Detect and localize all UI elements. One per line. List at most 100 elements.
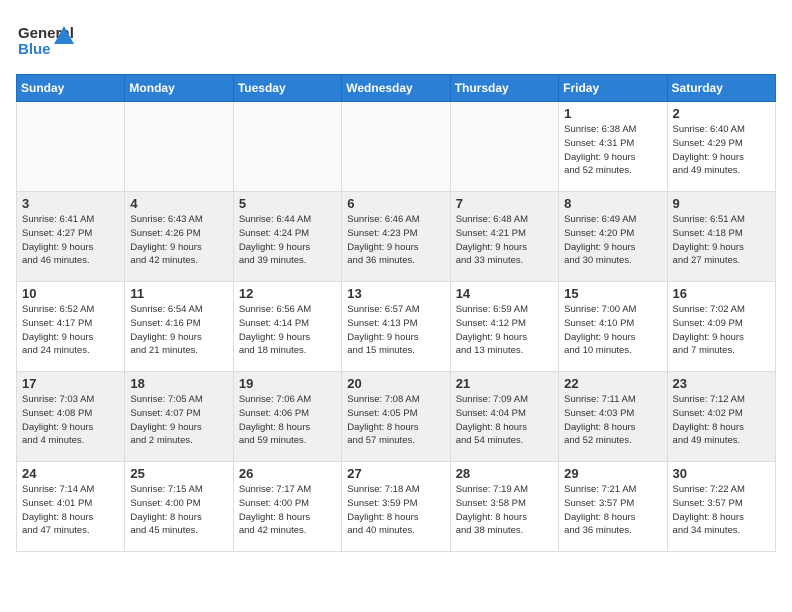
weekday-header-tuesday: Tuesday	[233, 75, 341, 102]
day-info: Sunrise: 7:00 AM Sunset: 4:10 PM Dayligh…	[564, 303, 661, 358]
day-info: Sunrise: 7:18 AM Sunset: 3:59 PM Dayligh…	[347, 483, 444, 538]
day-number: 6	[347, 196, 444, 211]
week-row-5: 24 Sunrise: 7:14 AM Sunset: 4:01 PM Dayli…	[17, 462, 776, 552]
day-number: 8	[564, 196, 661, 211]
day-number: 1	[564, 106, 661, 121]
day-number: 13	[347, 286, 444, 301]
day-number: 2	[673, 106, 770, 121]
day-info: Sunrise: 6:57 AM Sunset: 4:13 PM Dayligh…	[347, 303, 444, 358]
calendar-cell: 20 Sunrise: 7:08 AM Sunset: 4:05 PM Dayli…	[342, 372, 450, 462]
day-info: Sunrise: 7:15 AM Sunset: 4:00 PM Dayligh…	[130, 483, 227, 538]
day-number: 22	[564, 376, 661, 391]
day-number: 11	[130, 286, 227, 301]
day-info: Sunrise: 6:56 AM Sunset: 4:14 PM Dayligh…	[239, 303, 336, 358]
calendar-cell: 13 Sunrise: 6:57 AM Sunset: 4:13 PM Dayli…	[342, 282, 450, 372]
calendar-cell: 22 Sunrise: 7:11 AM Sunset: 4:03 PM Dayli…	[559, 372, 667, 462]
day-number: 23	[673, 376, 770, 391]
calendar-cell: 25Sunrise: 7:15 AM Sunset: 4:00 PM Dayli…	[125, 462, 233, 552]
day-number: 30	[673, 466, 770, 481]
day-info: Sunrise: 6:40 AM Sunset: 4:29 PM Dayligh…	[673, 123, 770, 178]
calendar-cell: 27 Sunrise: 7:18 AM Sunset: 3:59 PM Dayli…	[342, 462, 450, 552]
day-info: Sunrise: 6:41 AM Sunset: 4:27 PM Dayligh…	[22, 213, 119, 268]
day-number: 26	[239, 466, 336, 481]
calendar-cell: 4 Sunrise: 6:43 AM Sunset: 4:26 PM Daylig…	[125, 192, 233, 282]
calendar-cell: 1 Sunrise: 6:38 AM Sunset: 4:31 PM Daylig…	[559, 102, 667, 192]
day-number: 3	[22, 196, 119, 211]
calendar-cell: 30 Sunrise: 7:22 AM Sunset: 3:57 PM Dayli…	[667, 462, 775, 552]
calendar-cell: 24 Sunrise: 7:14 AM Sunset: 4:01 PM Dayli…	[17, 462, 125, 552]
day-info: Sunrise: 7:22 AM Sunset: 3:57 PM Dayligh…	[673, 483, 770, 538]
svg-text:Blue: Blue	[18, 41, 51, 58]
day-info: Sunrise: 6:54 AM Sunset: 4:16 PM Dayligh…	[130, 303, 227, 358]
calendar-cell: 15Sunrise: 7:00 AM Sunset: 4:10 PM Dayli…	[559, 282, 667, 372]
weekday-header-thursday: Thursday	[450, 75, 558, 102]
calendar-cell: 9 Sunrise: 6:51 AM Sunset: 4:18 PM Daylig…	[667, 192, 775, 282]
day-info: Sunrise: 7:21 AM Sunset: 3:57 PM Dayligh…	[564, 483, 661, 538]
day-number: 19	[239, 376, 336, 391]
calendar-cell: 10 Sunrise: 6:52 AM Sunset: 4:17 PM Dayli…	[17, 282, 125, 372]
day-info: Sunrise: 7:14 AM Sunset: 4:01 PM Dayligh…	[22, 483, 119, 538]
day-number: 27	[347, 466, 444, 481]
weekday-header-sunday: Sunday	[17, 75, 125, 102]
calendar-cell: 23 Sunrise: 7:12 AM Sunset: 4:02 PM Dayli…	[667, 372, 775, 462]
day-number: 24	[22, 466, 119, 481]
day-info: Sunrise: 6:51 AM Sunset: 4:18 PM Dayligh…	[673, 213, 770, 268]
calendar-cell: 28Sunrise: 7:19 AM Sunset: 3:58 PM Dayli…	[450, 462, 558, 552]
weekday-header-saturday: Saturday	[667, 75, 775, 102]
page-header: General Blue	[16, 16, 776, 66]
week-row-1: 1 Sunrise: 6:38 AM Sunset: 4:31 PM Daylig…	[17, 102, 776, 192]
day-number: 17	[22, 376, 119, 391]
day-number: 21	[456, 376, 553, 391]
weekday-header-monday: Monday	[125, 75, 233, 102]
calendar-cell: 8 Sunrise: 6:49 AM Sunset: 4:20 PM Daylig…	[559, 192, 667, 282]
day-number: 4	[130, 196, 227, 211]
day-info: Sunrise: 7:08 AM Sunset: 4:05 PM Dayligh…	[347, 393, 444, 448]
calendar-cell: 11 Sunrise: 6:54 AM Sunset: 4:16 PM Dayli…	[125, 282, 233, 372]
calendar-cell	[17, 102, 125, 192]
day-info: Sunrise: 7:06 AM Sunset: 4:06 PM Dayligh…	[239, 393, 336, 448]
day-info: Sunrise: 7:05 AM Sunset: 4:07 PM Dayligh…	[130, 393, 227, 448]
calendar-cell: 26 Sunrise: 7:17 AM Sunset: 4:00 PM Dayli…	[233, 462, 341, 552]
day-info: Sunrise: 7:19 AM Sunset: 3:58 PM Dayligh…	[456, 483, 553, 538]
day-number: 10	[22, 286, 119, 301]
weekday-header-row: SundayMondayTuesdayWednesdayThursdayFrid…	[17, 75, 776, 102]
day-info: Sunrise: 7:03 AM Sunset: 4:08 PM Dayligh…	[22, 393, 119, 448]
day-number: 20	[347, 376, 444, 391]
day-info: Sunrise: 6:52 AM Sunset: 4:17 PM Dayligh…	[22, 303, 119, 358]
day-info: Sunrise: 7:11 AM Sunset: 4:03 PM Dayligh…	[564, 393, 661, 448]
calendar-cell	[233, 102, 341, 192]
logo-icon: General Blue	[16, 16, 76, 66]
day-number: 12	[239, 286, 336, 301]
day-info: Sunrise: 6:38 AM Sunset: 4:31 PM Dayligh…	[564, 123, 661, 178]
logo: General Blue	[16, 16, 76, 66]
day-info: Sunrise: 6:43 AM Sunset: 4:26 PM Dayligh…	[130, 213, 227, 268]
calendar-cell: 17 Sunrise: 7:03 AM Sunset: 4:08 PM Dayli…	[17, 372, 125, 462]
day-number: 7	[456, 196, 553, 211]
day-info: Sunrise: 6:49 AM Sunset: 4:20 PM Dayligh…	[564, 213, 661, 268]
calendar-table: SundayMondayTuesdayWednesdayThursdayFrid…	[16, 74, 776, 552]
weekday-header-friday: Friday	[559, 75, 667, 102]
calendar-cell: 21 Sunrise: 7:09 AM Sunset: 4:04 PM Dayli…	[450, 372, 558, 462]
day-info: Sunrise: 7:17 AM Sunset: 4:00 PM Dayligh…	[239, 483, 336, 538]
day-number: 5	[239, 196, 336, 211]
calendar-cell: 16Sunrise: 7:02 AM Sunset: 4:09 PM Dayli…	[667, 282, 775, 372]
day-info: Sunrise: 6:59 AM Sunset: 4:12 PM Dayligh…	[456, 303, 553, 358]
day-info: Sunrise: 7:12 AM Sunset: 4:02 PM Dayligh…	[673, 393, 770, 448]
calendar-cell: 18 Sunrise: 7:05 AM Sunset: 4:07 PM Dayli…	[125, 372, 233, 462]
calendar-cell: 12 Sunrise: 6:56 AM Sunset: 4:14 PM Dayli…	[233, 282, 341, 372]
calendar-cell: 5 Sunrise: 6:44 AM Sunset: 4:24 PM Daylig…	[233, 192, 341, 282]
calendar-cell: 7 Sunrise: 6:48 AM Sunset: 4:21 PM Daylig…	[450, 192, 558, 282]
day-number: 18	[130, 376, 227, 391]
calendar-cell: 2 Sunrise: 6:40 AM Sunset: 4:29 PM Daylig…	[667, 102, 775, 192]
day-info: Sunrise: 7:09 AM Sunset: 4:04 PM Dayligh…	[456, 393, 553, 448]
day-info: Sunrise: 6:46 AM Sunset: 4:23 PM Dayligh…	[347, 213, 444, 268]
calendar-cell	[125, 102, 233, 192]
calendar-cell: 19 Sunrise: 7:06 AM Sunset: 4:06 PM Dayli…	[233, 372, 341, 462]
day-info: Sunrise: 6:44 AM Sunset: 4:24 PM Dayligh…	[239, 213, 336, 268]
day-number: 29	[564, 466, 661, 481]
week-row-3: 10 Sunrise: 6:52 AM Sunset: 4:17 PM Dayli…	[17, 282, 776, 372]
day-number: 9	[673, 196, 770, 211]
week-row-2: 3 Sunrise: 6:41 AM Sunset: 4:27 PM Daylig…	[17, 192, 776, 282]
day-info: Sunrise: 6:48 AM Sunset: 4:21 PM Dayligh…	[456, 213, 553, 268]
week-row-4: 17 Sunrise: 7:03 AM Sunset: 4:08 PM Dayli…	[17, 372, 776, 462]
